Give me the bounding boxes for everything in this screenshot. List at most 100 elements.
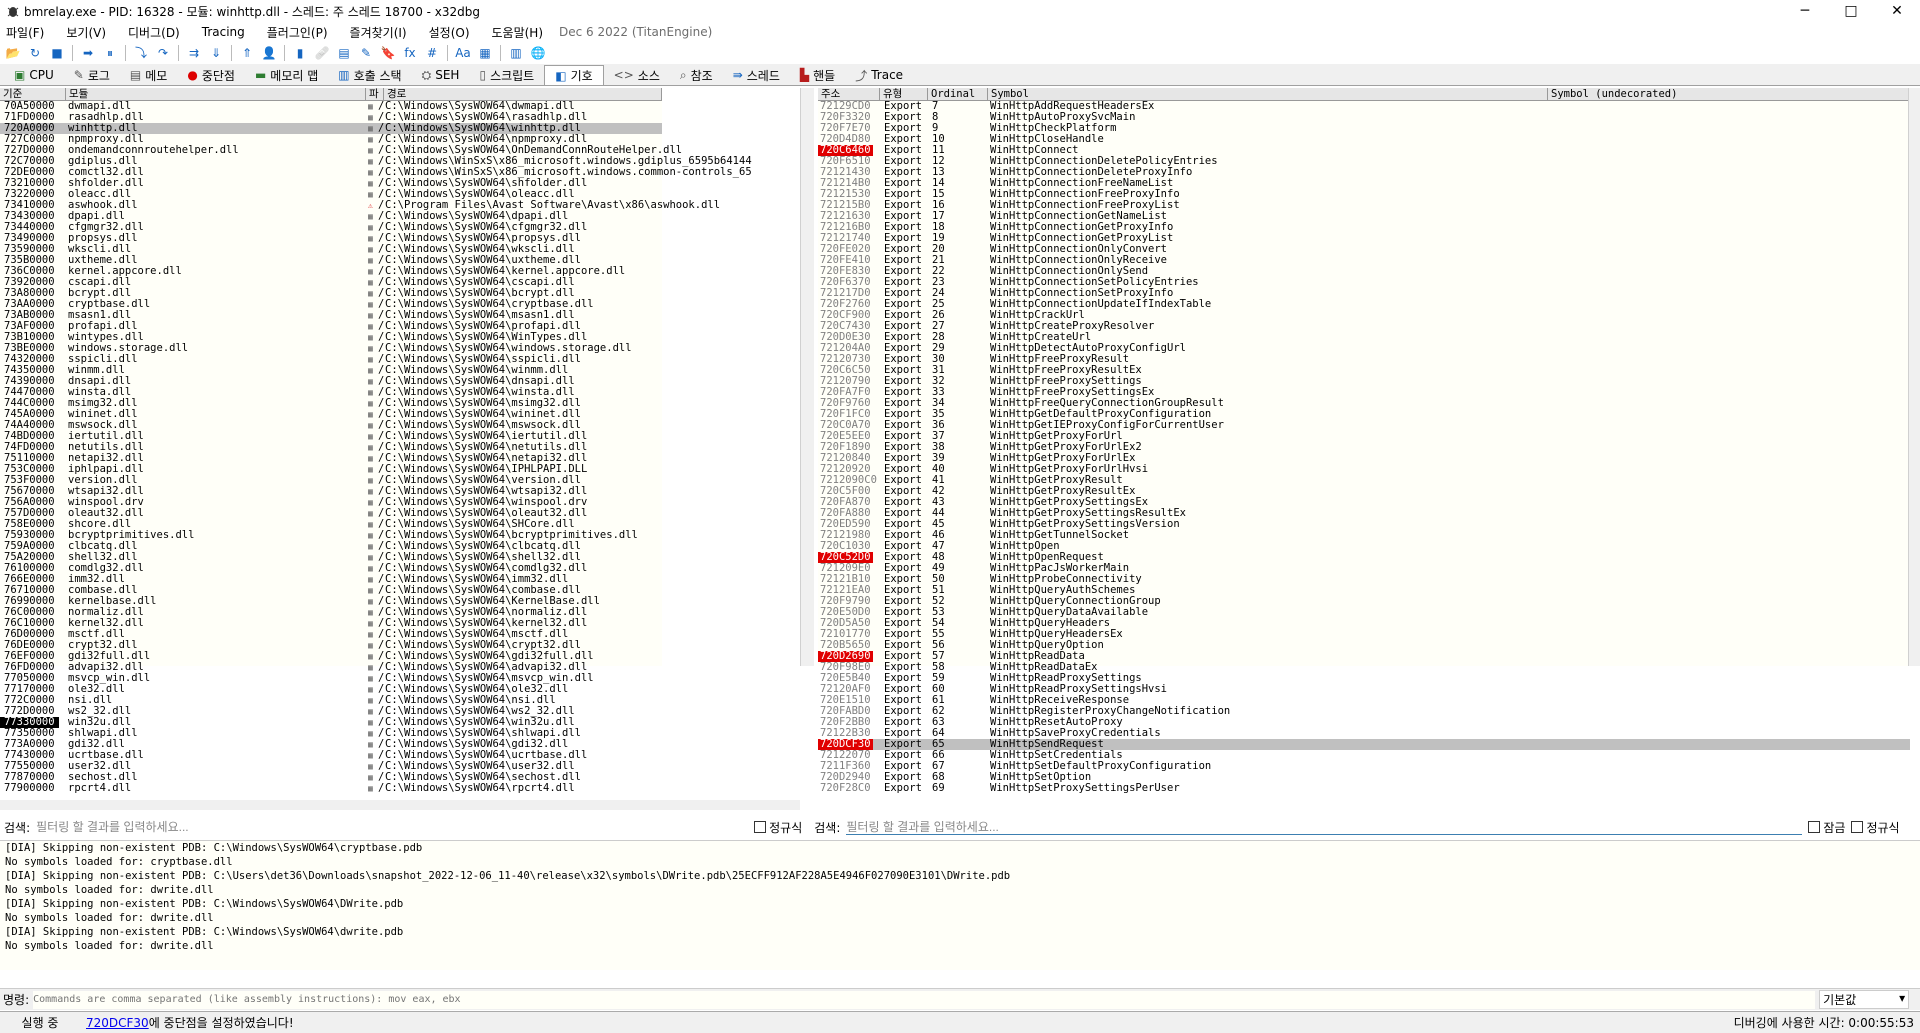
symbol-row[interactable]: 720E50D0 Export 53 WinHttpQueryDataAvailabl… (818, 607, 1910, 618)
symbol-row[interactable]: 720ED590 Export 45 WinHttpGetProxySettingsV… (818, 519, 1910, 530)
symbol-row[interactable]: 72121980 Export 46 WinHttpGetTunnelSocket (818, 530, 1910, 541)
symbol-row[interactable]: 720F9760 Export 34 WinHttpFreeQueryConnecti… (818, 398, 1910, 409)
symbol-row[interactable]: 720E5EE0 Export 37 WinHttpGetProxyForUrl (818, 431, 1910, 442)
symbol-row[interactable]: 720F1890 Export 38 WinHttpGetProxyForUrlEx2 (818, 442, 1910, 453)
lock-checkbox[interactable] (1808, 821, 1821, 833)
symbol-row[interactable]: 720D2690 Export 57 WinHttpReadData (818, 651, 1910, 662)
labels-icon[interactable]: ✎ (357, 44, 375, 62)
menu-item-4[interactable]: 플러그인(P) (267, 24, 328, 41)
symbol-row[interactable]: 720F6370 Export 23 WinHttpConnectionSetPoli… (818, 277, 1910, 288)
tab-source[interactable]: <> 소스 (604, 65, 670, 85)
trace-over-icon[interactable]: ⇓ (207, 44, 225, 62)
tab-memory-map[interactable]: ▬ 메모리 맵 (245, 65, 328, 85)
globe-icon[interactable]: 🌐 (529, 44, 547, 62)
symbol-row[interactable]: 72121740 Export 19 WinHttpConnectionGetProx… (818, 233, 1910, 244)
symbol-row[interactable]: 720D2940 Export 68 WinHttpSetOption (818, 772, 1910, 783)
breakpoint-address-link[interactable]: 720DCF30 (86, 1016, 149, 1030)
symbol-row[interactable]: 720F6510 Export 12 WinHttpConnectionDeleteP… (818, 156, 1910, 167)
symbol-row[interactable]: 720C5F00 Export 42 WinHttpGetProxyResultEx (818, 486, 1910, 497)
symbol-row[interactable]: 720C1030 Export 47 WinHttpOpen (818, 541, 1910, 552)
symbol-row[interactable]: 720FA7F0 Export 33 WinHttpFreeProxySettings… (818, 387, 1910, 398)
trace-into-icon[interactable]: ⇉ (185, 44, 203, 62)
module-row[interactable]: 77900000 rpcrt4.dll ▦ / C:\Windows\SysWOW64\… (0, 783, 662, 794)
symbol-row[interactable]: 720F98E0 Export 58 WinHttpReadDataEx (818, 662, 1910, 673)
left-search-input[interactable] (36, 820, 749, 834)
tab-trace[interactable]: ⤴ Trace (845, 65, 913, 85)
symbol-row[interactable]: 720FE410 Export 21 WinHttpConnectionOnlyRec… (818, 255, 1910, 266)
tab-references[interactable]: ⌕ 참조 (670, 65, 723, 85)
symbol-row[interactable]: 720D0E30 Export 28 WinHttpCreateUrl (818, 332, 1910, 343)
tab-cpu[interactable]: ▣ CPU (4, 65, 64, 85)
symbol-row[interactable]: 721209E0 Export 49 WinHttpPacJsWorkerMain (818, 563, 1910, 574)
pause-icon[interactable]: ⏸ (101, 44, 119, 62)
symbol-row[interactable]: 72121530 Export 15 WinHttpConnectionFreePro… (818, 189, 1910, 200)
hash-icon[interactable]: # (423, 44, 441, 62)
symbol-row[interactable]: 7211F360 Export 67 WinHttpSetDefaultProxyCo… (818, 761, 1910, 772)
symbol-row[interactable]: 72121B10 Export 50 WinHttpProbeConnectivity (818, 574, 1910, 585)
menu-item-6[interactable]: 설정(O) (429, 24, 470, 41)
comments-icon[interactable]: ▤ (335, 44, 353, 62)
symbol-row[interactable]: 72121EA0 Export 51 WinHttpQueryAuthSchemes (818, 585, 1910, 596)
run-icon[interactable]: ➡ (79, 44, 97, 62)
symbol-row[interactable]: 7212090C0 Export 41 WinHttpGetProxyResult (818, 475, 1910, 486)
step-into-icon[interactable]: ⤵ (132, 44, 150, 62)
symbol-row[interactable]: 720C7430 Export 27 WinHttpCreateProxyResolv… (818, 321, 1910, 332)
step-over-icon[interactable]: ↷ (154, 44, 172, 62)
symbol-row[interactable]: 720FE020 Export 20 WinHttpConnectionOnlyCon… (818, 244, 1910, 255)
font-icon[interactable]: Aa (454, 44, 472, 62)
symbol-row[interactable]: 720FABD0 Export 62 WinHttpRegisterProxyChan… (818, 706, 1910, 717)
symbol-row[interactable]: 720E5B40 Export 59 WinHttpReadProxySettings (818, 673, 1910, 684)
symbol-row[interactable]: 720F1FC0 Export 35 WinHttpGetDefaultProxyCo… (818, 409, 1910, 420)
tab-threads[interactable]: ⇛ 스레드 (723, 65, 790, 85)
symbol-row[interactable]: 721215B0 Export 16 WinHttpConnectionFreePro… (818, 200, 1910, 211)
symbol-row[interactable]: 720E1510 Export 61 WinHttpReceiveResponse (818, 695, 1910, 706)
symbol-row[interactable]: 721204A0 Export 29 WinHttpDetectAutoProxyCo… (818, 343, 1910, 354)
symbol-row[interactable]: 72121430 Export 13 WinHttpConnectionDeleteP… (818, 167, 1910, 178)
modules-hscrollbar[interactable] (0, 800, 800, 810)
header-symbol-undecorated[interactable]: Symbol (undecorated) (1548, 88, 1910, 101)
symbol-row[interactable]: 720F2BB0 Export 63 WinHttpResetAutoProxy (818, 717, 1910, 728)
symbol-row[interactable]: 720F2760 Export 25 WinHttpConnectionUpdateI… (818, 299, 1910, 310)
tab-script[interactable]: ▯ 스크립트 (469, 65, 544, 85)
patch-icon[interactable]: 🩹 (313, 44, 331, 62)
tab-notes[interactable]: ▤ 메모 (120, 65, 177, 85)
tab-log[interactable]: ✎ 로그 (64, 65, 120, 85)
symbol-row[interactable]: 72122B30 Export 64 WinHttpSaveProxyCredenti… (818, 728, 1910, 739)
menu-item-3[interactable]: Tracing (202, 25, 245, 39)
menu-item-5[interactable]: 즐겨찾기(I) (350, 24, 407, 41)
symbol-row[interactable]: 72120920 Export 40 WinHttpGetProxyForUrlHvs… (818, 464, 1910, 475)
modules-vscrollbar[interactable] (800, 88, 814, 666)
symbol-row[interactable]: 720C52D0 Export 48 WinHttpOpenRequest (818, 552, 1910, 563)
symbol-row[interactable]: 72129CD0 Export 7 WinHttpAddRequestHeadersE… (818, 101, 1910, 112)
symbol-row[interactable]: 72120730 Export 30 WinHttpFreeProxyResult (818, 354, 1910, 365)
calculator-icon[interactable]: ▦ (476, 44, 494, 62)
symbol-row[interactable]: 72120AF0 Export 60 WinHttpReadProxySettings… (818, 684, 1910, 695)
close-window-button[interactable]: ✕ (1874, 3, 1920, 19)
symbol-row[interactable]: 720C0A70 Export 36 WinHttpGetIEProxyConfigF… (818, 420, 1910, 431)
command-mode-select[interactable]: 기본값 ▾ (1819, 990, 1910, 1009)
symbol-row[interactable]: 720DCF30 Export 65 WinHttpSendRequest (818, 739, 1910, 750)
execute-till-return-icon[interactable]: ⇑ (238, 44, 256, 62)
symbol-row[interactable]: 721217D0 Export 24 WinHttpConnectionSetProx… (818, 288, 1910, 299)
tab-handles[interactable]: ▙ 핸들 (790, 65, 845, 85)
run-to-user-icon[interactable]: 👤 (260, 44, 278, 62)
menu-item-7[interactable]: 도움말(H) (492, 24, 544, 41)
symbol-row[interactable]: 720D4D80 Export 10 WinHttpCloseHandle (818, 134, 1910, 145)
symbol-row[interactable]: 721214B0 Export 14 WinHttpConnectionFreeNam… (818, 178, 1910, 189)
symbols-vscrollbar[interactable] (1908, 88, 1920, 666)
symbol-row[interactable]: 72122070 Export 66 WinHttpSetCredentials (818, 750, 1910, 761)
functions-icon[interactable]: fx (401, 44, 419, 62)
tab-seh[interactable]: ⛭ SEH (412, 65, 470, 85)
symbol-row[interactable]: 720F3320 Export 8 WinHttpAutoProxySvcMain (818, 112, 1910, 123)
command-input[interactable] (33, 990, 1816, 1009)
maximize-button[interactable]: □ (1828, 3, 1874, 19)
menu-item-0[interactable]: 파일(F) (6, 24, 44, 41)
symbol-row[interactable]: 721216B0 Export 18 WinHttpConnectionGetProx… (818, 222, 1910, 233)
symbol-row[interactable]: 720F9790 Export 52 WinHttpQueryConnectionGr… (818, 596, 1910, 607)
bookmarks-icon[interactable]: 🔖 (379, 44, 397, 62)
scylla-icon[interactable]: ▮ (291, 44, 309, 62)
symbol-row[interactable]: 720FE830 Export 22 WinHttpConnectionOnlySen… (818, 266, 1910, 277)
left-regex-checkbox[interactable] (754, 821, 767, 833)
symbol-row[interactable]: 720FA870 Export 43 WinHttpGetProxySettingsE… (818, 497, 1910, 508)
symbol-row[interactable]: 720C6C50 Export 31 WinHttpFreeProxyResultEx (818, 365, 1910, 376)
